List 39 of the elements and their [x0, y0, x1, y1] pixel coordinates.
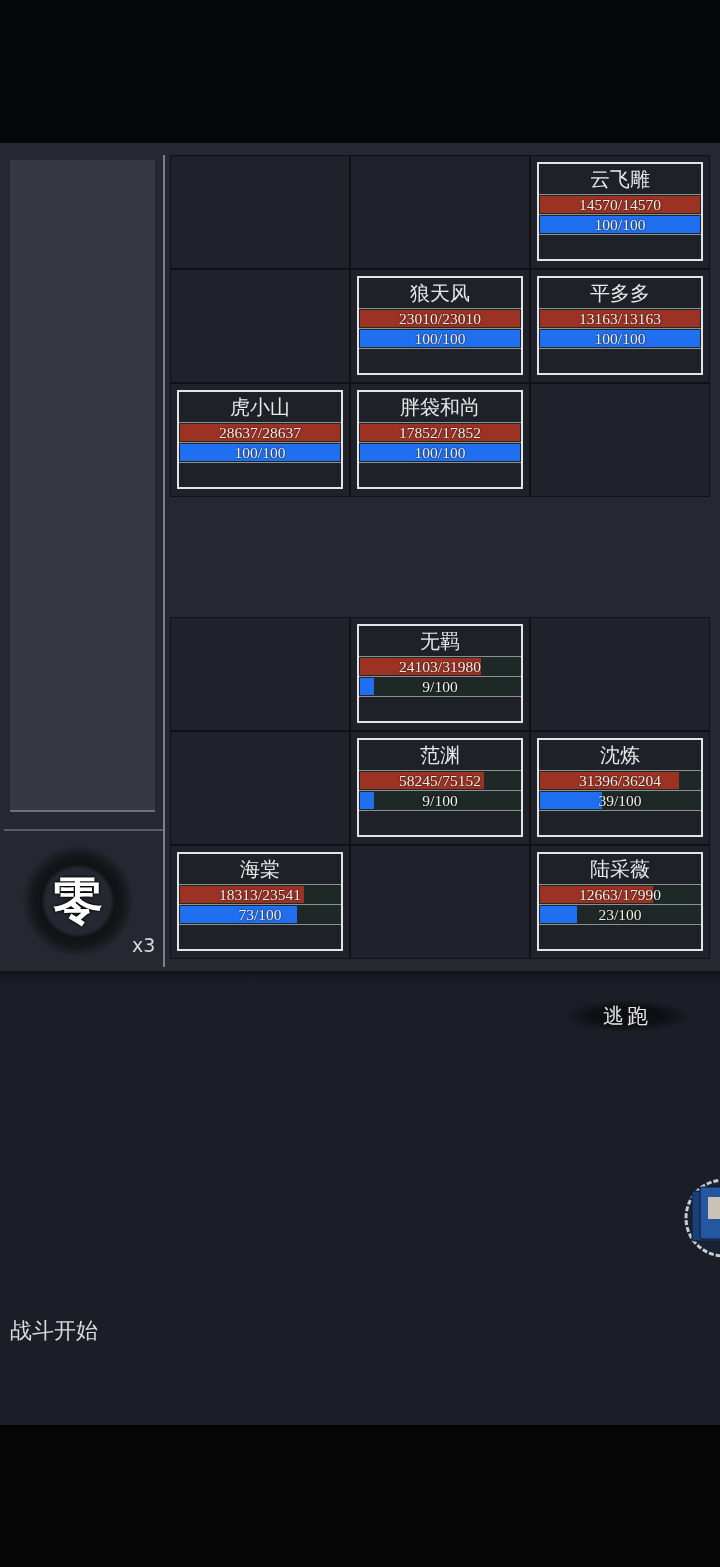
skill-button[interactable]: 零: [22, 845, 134, 957]
unit-name: 狼天风: [409, 280, 471, 307]
hp-reading: 13163/13163: [579, 310, 661, 327]
unit-name: 云飞雕: [589, 166, 651, 193]
mp-reading: 73/100: [238, 906, 282, 923]
hp-reading: 28637/28637: [219, 424, 301, 441]
mp-reading: 9/100: [422, 792, 458, 809]
hp-reading: 31396/36204: [579, 772, 661, 789]
skill-count: x3: [132, 936, 156, 955]
unit-card[interactable]: 范渊 58245/75152 9/100: [357, 738, 523, 837]
mp-reading: 23/100: [598, 906, 642, 923]
unit-card[interactable]: 平多多 13163/13163 100/100: [537, 276, 703, 375]
battle-log-line: 战斗开始: [10, 1317, 99, 1345]
unit-name: 范渊: [419, 742, 461, 769]
unit-name: 平多多: [589, 280, 651, 307]
hp-reading: 18313/23541: [219, 886, 301, 903]
unit-name: 沈炼: [599, 742, 641, 769]
mp-reading: 100/100: [594, 330, 646, 347]
unit-card[interactable]: 胖袋和尚 17852/17852 100/100: [357, 390, 523, 489]
unit-name: 无羁: [419, 628, 461, 655]
mp-reading: 9/100: [422, 678, 458, 695]
hp-reading: 17852/17852: [399, 424, 481, 441]
mp-reading: 100/100: [414, 330, 466, 347]
mp-reading: 100/100: [414, 444, 466, 461]
hp-reading: 14570/14570: [579, 196, 661, 213]
hp-reading: 23010/23010: [399, 310, 481, 327]
mp-reading: 100/100: [594, 216, 646, 233]
unit-card[interactable]: 无羁 24103/31980 9/100: [357, 624, 523, 723]
unit-card[interactable]: 云飞雕 14570/14570 100/100: [537, 162, 703, 261]
unit-name: 胖袋和尚: [399, 394, 481, 421]
hp-reading: 58245/75152: [399, 772, 481, 789]
mp-reading: 100/100: [234, 444, 286, 461]
unit-card[interactable]: 狼天风 23010/23010 100/100: [357, 276, 523, 375]
unit-name: 虎小山: [229, 394, 291, 421]
hp-reading: 24103/31980: [399, 658, 481, 675]
unit-card[interactable]: 虎小山 28637/28637 100/100: [177, 390, 343, 489]
unit-name: 陆采薇: [589, 856, 651, 883]
unit-name: 海棠: [239, 856, 281, 883]
unit-card[interactable]: 海棠 18313/23541 73/100: [177, 852, 343, 951]
